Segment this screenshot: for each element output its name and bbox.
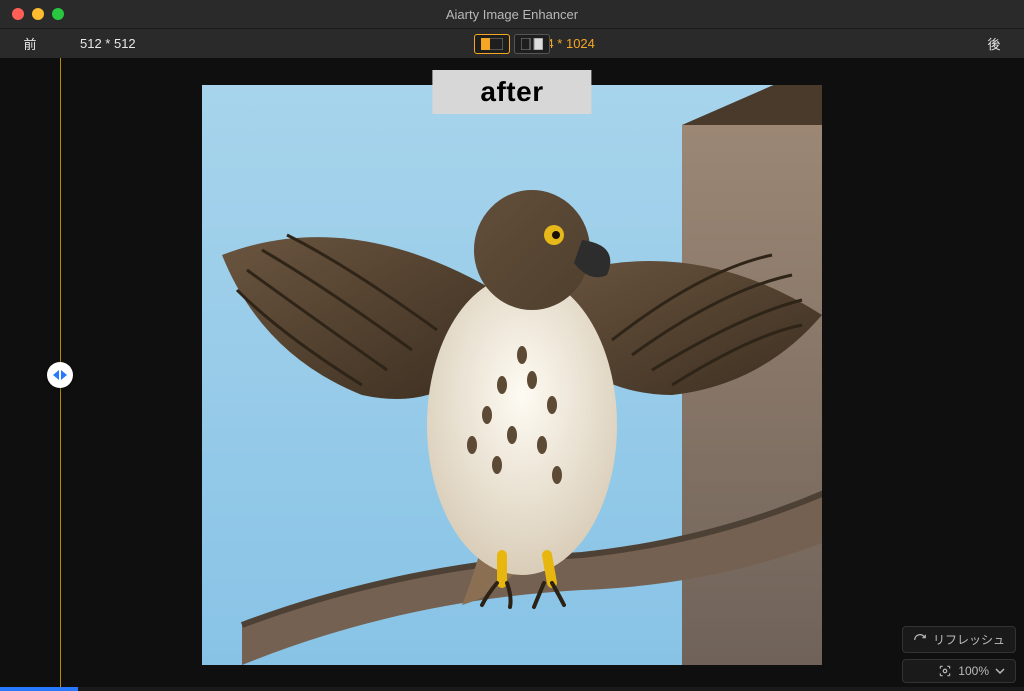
refresh-button[interactable]: リフレッシュ <box>902 626 1016 653</box>
progress-fill <box>0 687 78 691</box>
before-dimensions: 512 * 512 <box>60 36 156 51</box>
comparison-toolbar: 前 512 * 512 1024 * 1024 後 <box>0 28 1024 58</box>
refresh-label: リフレッシュ <box>933 631 1005 648</box>
zoom-value: 100% <box>958 664 989 678</box>
comparison-slider-handle[interactable] <box>47 362 73 388</box>
view-mode-switcher <box>474 34 550 54</box>
progress-strip <box>0 687 1024 691</box>
preview-image[interactable] <box>202 85 822 665</box>
title-bar: Aiarty Image Enhancer <box>0 0 1024 28</box>
close-window-button[interactable] <box>12 8 24 20</box>
app-title: Aiarty Image Enhancer <box>0 7 1024 22</box>
window-controls <box>0 8 64 20</box>
after-label: 後 <box>964 34 1024 53</box>
fit-screen-icon <box>938 664 952 678</box>
maximize-window-button[interactable] <box>52 8 64 20</box>
before-label: 前 <box>0 34 60 53</box>
chevron-down-icon <box>995 666 1005 676</box>
after-badge: after <box>432 70 591 114</box>
single-view-button[interactable] <box>474 34 510 54</box>
preview-controls: リフレッシュ 100% <box>902 626 1016 683</box>
zoom-control[interactable]: 100% <box>902 659 1016 683</box>
split-view-button[interactable] <box>514 34 550 54</box>
preview-area: after リフレッシュ 100% <box>0 58 1024 691</box>
split-view-icon <box>521 38 543 50</box>
minimize-window-button[interactable] <box>32 8 44 20</box>
single-view-icon <box>481 38 503 50</box>
refresh-icon <box>913 633 927 647</box>
